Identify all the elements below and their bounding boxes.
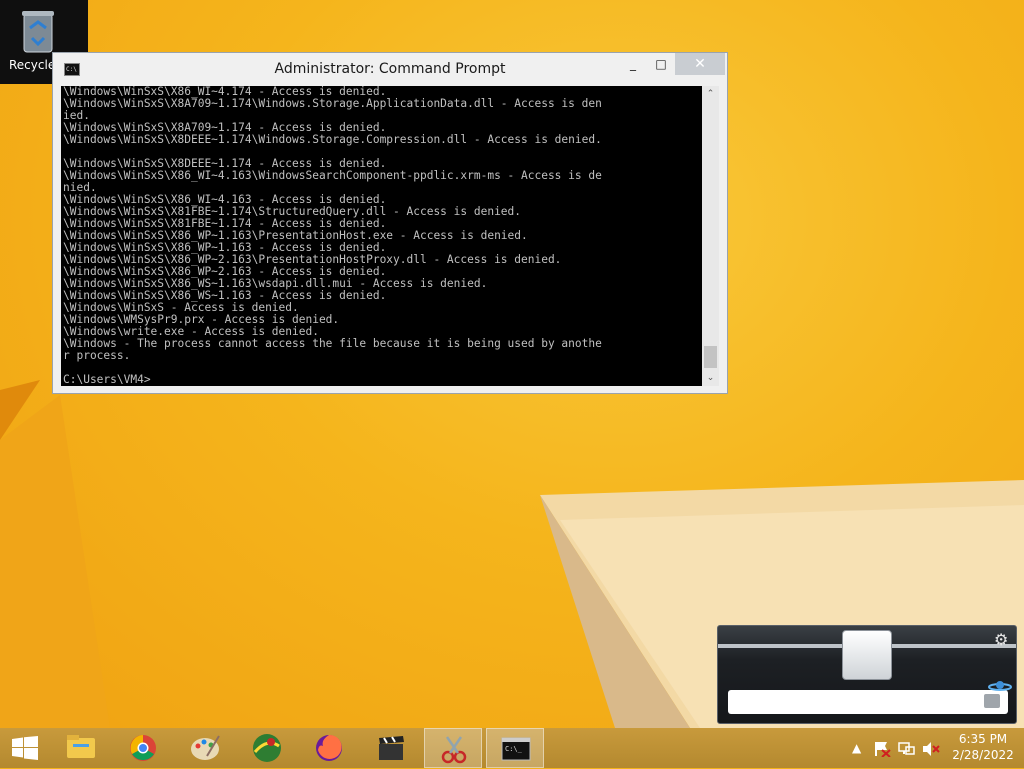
scroll-down-icon[interactable]: ⌄ (702, 370, 719, 386)
close-button[interactable]: ✕ (675, 53, 725, 75)
maximize-button[interactable]: □ (647, 53, 675, 75)
firefox-icon (316, 734, 342, 761)
taskbar-clock[interactable]: 6:35 PM 2/28/2022 (948, 731, 1018, 763)
chrome-icon (130, 735, 156, 761)
gear-icon[interactable]: ⚙ (994, 630, 1008, 649)
file-explorer-icon (67, 735, 95, 758)
scrollbar-thumb[interactable] (704, 346, 717, 368)
svg-text:C:\_: C:\_ (505, 745, 523, 753)
recycle-bin-icon (22, 11, 54, 53)
minimize-button[interactable]: _ (619, 53, 647, 75)
clock-date: 2/28/2022 (952, 748, 1014, 762)
taskbar-item-paint[interactable] (176, 728, 234, 768)
taskbar-item-chrome[interactable] (114, 728, 172, 768)
command-prompt-icon: C:\_ (501, 737, 531, 761)
command-prompt-window[interactable]: C:\ Administrator: Command Prompt _ □ ✕ … (52, 52, 728, 394)
paint-icon (191, 735, 220, 760)
volume-slider-thumb[interactable] (842, 630, 892, 680)
clock-time: 6:35 PM (958, 732, 1008, 746)
taskbar-item-map-app[interactable] (238, 728, 296, 768)
vertical-scrollbar[interactable]: ⌃ ⌄ (702, 86, 719, 386)
satellite-icon (988, 681, 1012, 691)
taskbar-item-firefox[interactable] (300, 728, 358, 768)
volume-flyout: ⚙ (717, 625, 1017, 724)
tray-overflow-icon[interactable]: ▲ (852, 741, 861, 755)
start-button-icon[interactable] (12, 736, 38, 760)
speaker-muted-icon[interactable] (922, 741, 940, 757)
device-name-bar (728, 690, 1008, 714)
map-app-icon (253, 734, 281, 762)
scroll-up-icon[interactable]: ⌃ (702, 86, 719, 102)
taskbar-item-video-editor[interactable] (362, 728, 420, 768)
taskbar-item-file-explorer[interactable] (52, 728, 110, 768)
action-center-flag-icon[interactable] (873, 741, 891, 757)
taskbar-item-snipping-tool[interactable] (424, 728, 482, 768)
volume-slider-track[interactable] (718, 630, 1016, 680)
window-titlebar[interactable]: C:\ Administrator: Command Prompt _ □ ✕ (53, 53, 727, 86)
taskbar-item-command-prompt[interactable]: C:\_ (486, 728, 544, 768)
console-text: \Windows\WinSxS\X86_WI~4.174 - Access is… (63, 86, 602, 386)
audio-device-icon (984, 694, 1000, 708)
console-output-area[interactable]: \Windows\WinSxS\X86_WI~4.174 - Access is… (61, 86, 702, 386)
wallpaper-left-fold (0, 395, 110, 728)
snipping-tool-icon (441, 736, 467, 764)
network-icon[interactable] (898, 741, 916, 757)
video-editor-icon (379, 736, 404, 760)
